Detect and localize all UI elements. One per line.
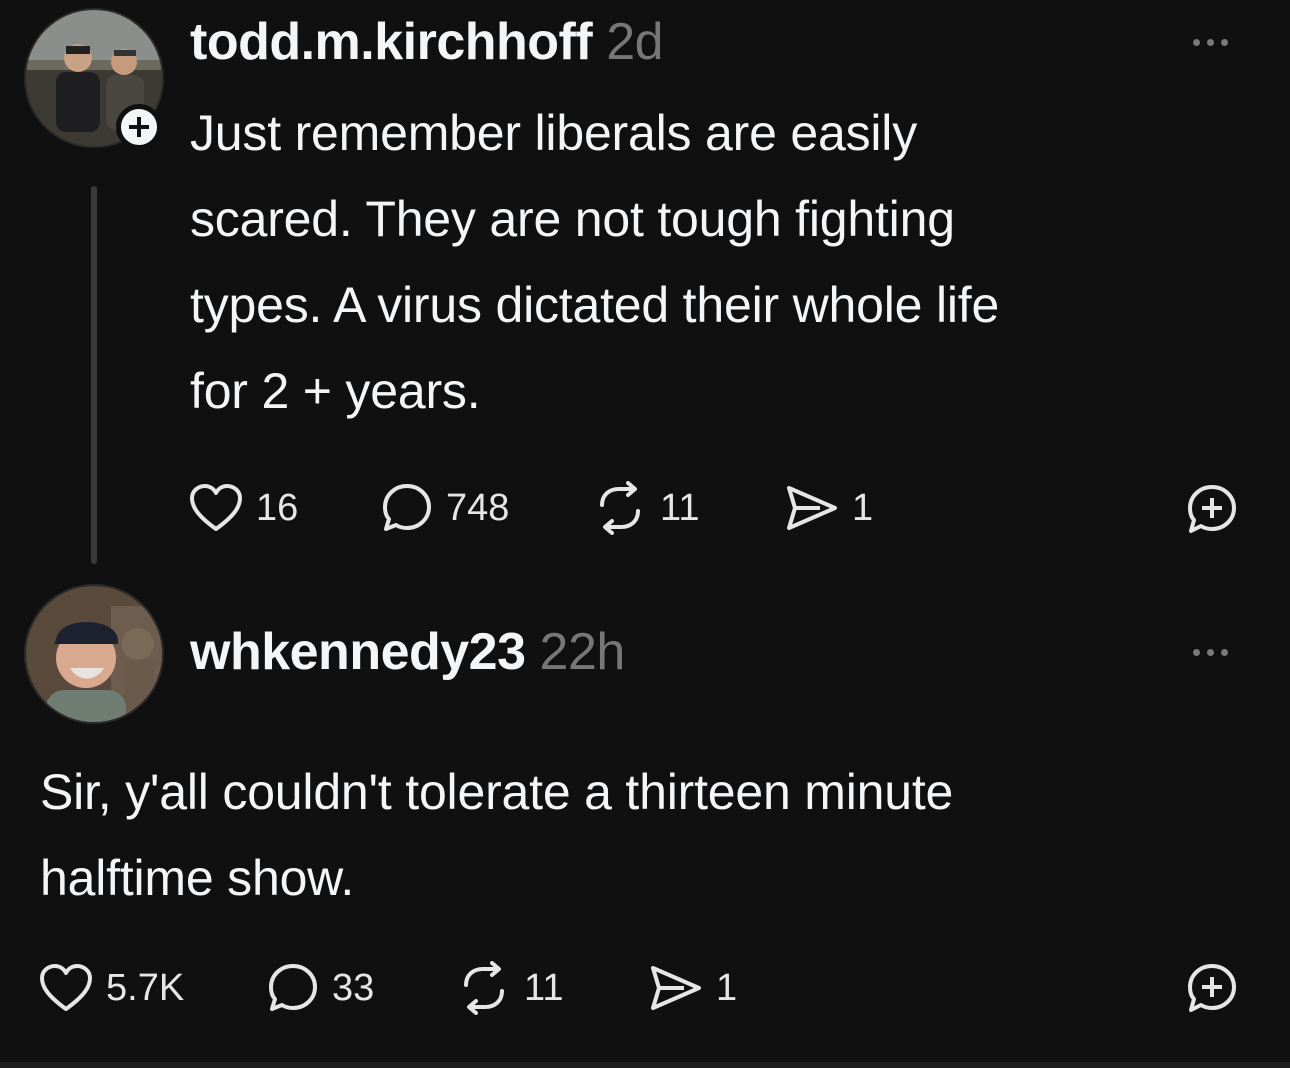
- quote-button[interactable]: [1184, 483, 1240, 537]
- profile-photo-icon: [26, 586, 162, 722]
- timestamp[interactable]: 22h: [540, 623, 626, 681]
- comment-icon: [269, 964, 317, 1011]
- avatar-whkennedy[interactable]: [24, 584, 164, 724]
- username[interactable]: todd.m.kirchhoff: [190, 13, 593, 71]
- action-bar: 5.7K 33 11 1: [38, 958, 1248, 1018]
- share-count: 1: [716, 966, 738, 1009]
- like-count: 5.7K: [106, 966, 185, 1009]
- repost-count: 11: [660, 486, 700, 529]
- follow-button[interactable]: [116, 104, 162, 150]
- quote-plus-icon: [1188, 485, 1236, 533]
- reply-count: 748: [446, 486, 510, 529]
- share-button[interactable]: 1: [784, 478, 873, 538]
- share-count: 1: [852, 486, 874, 529]
- like-button[interactable]: 5.7K: [38, 958, 184, 1018]
- reply-button[interactable]: 748: [380, 478, 509, 538]
- more-dots-icon: [1193, 649, 1200, 656]
- plus-icon: [129, 117, 149, 137]
- repost-button[interactable]: 11: [456, 958, 563, 1018]
- repost-icon: [600, 481, 640, 535]
- repost-icon: [464, 961, 504, 1015]
- heart-icon: [40, 964, 92, 1011]
- repost-button[interactable]: 11: [592, 478, 699, 538]
- post-header-2: whkennedy23 22h: [190, 622, 625, 682]
- more-dots-icon: [1193, 39, 1200, 46]
- divider: [0, 1062, 1290, 1068]
- action-bar: 16 748 11 1: [188, 478, 1248, 538]
- heart-icon: [190, 484, 242, 531]
- timestamp[interactable]: 2d: [606, 13, 663, 71]
- share-button[interactable]: 1: [648, 958, 737, 1018]
- thread-line: [91, 186, 97, 564]
- like-button[interactable]: 16: [188, 478, 298, 538]
- more-options-button[interactable]: [1193, 39, 1228, 46]
- quote-button[interactable]: [1184, 962, 1240, 1016]
- send-icon: [651, 966, 701, 1010]
- like-count: 16: [256, 486, 299, 529]
- repost-count: 11: [524, 966, 564, 1009]
- comment-icon: [383, 484, 431, 531]
- username[interactable]: whkennedy23: [190, 623, 526, 681]
- more-options-button[interactable]: [1193, 649, 1228, 656]
- reply-button[interactable]: 33: [266, 958, 374, 1018]
- send-icon: [787, 486, 837, 530]
- post-header-1: todd.m.kirchhoff 2d: [190, 12, 664, 72]
- post-text: Just remember liberals are easily scared…: [190, 105, 1000, 419]
- post-text: Sir, y'all couldn't tolerate a thirteen …: [40, 764, 954, 906]
- reply-count: 33: [332, 966, 375, 1009]
- quote-plus-icon: [1188, 964, 1236, 1012]
